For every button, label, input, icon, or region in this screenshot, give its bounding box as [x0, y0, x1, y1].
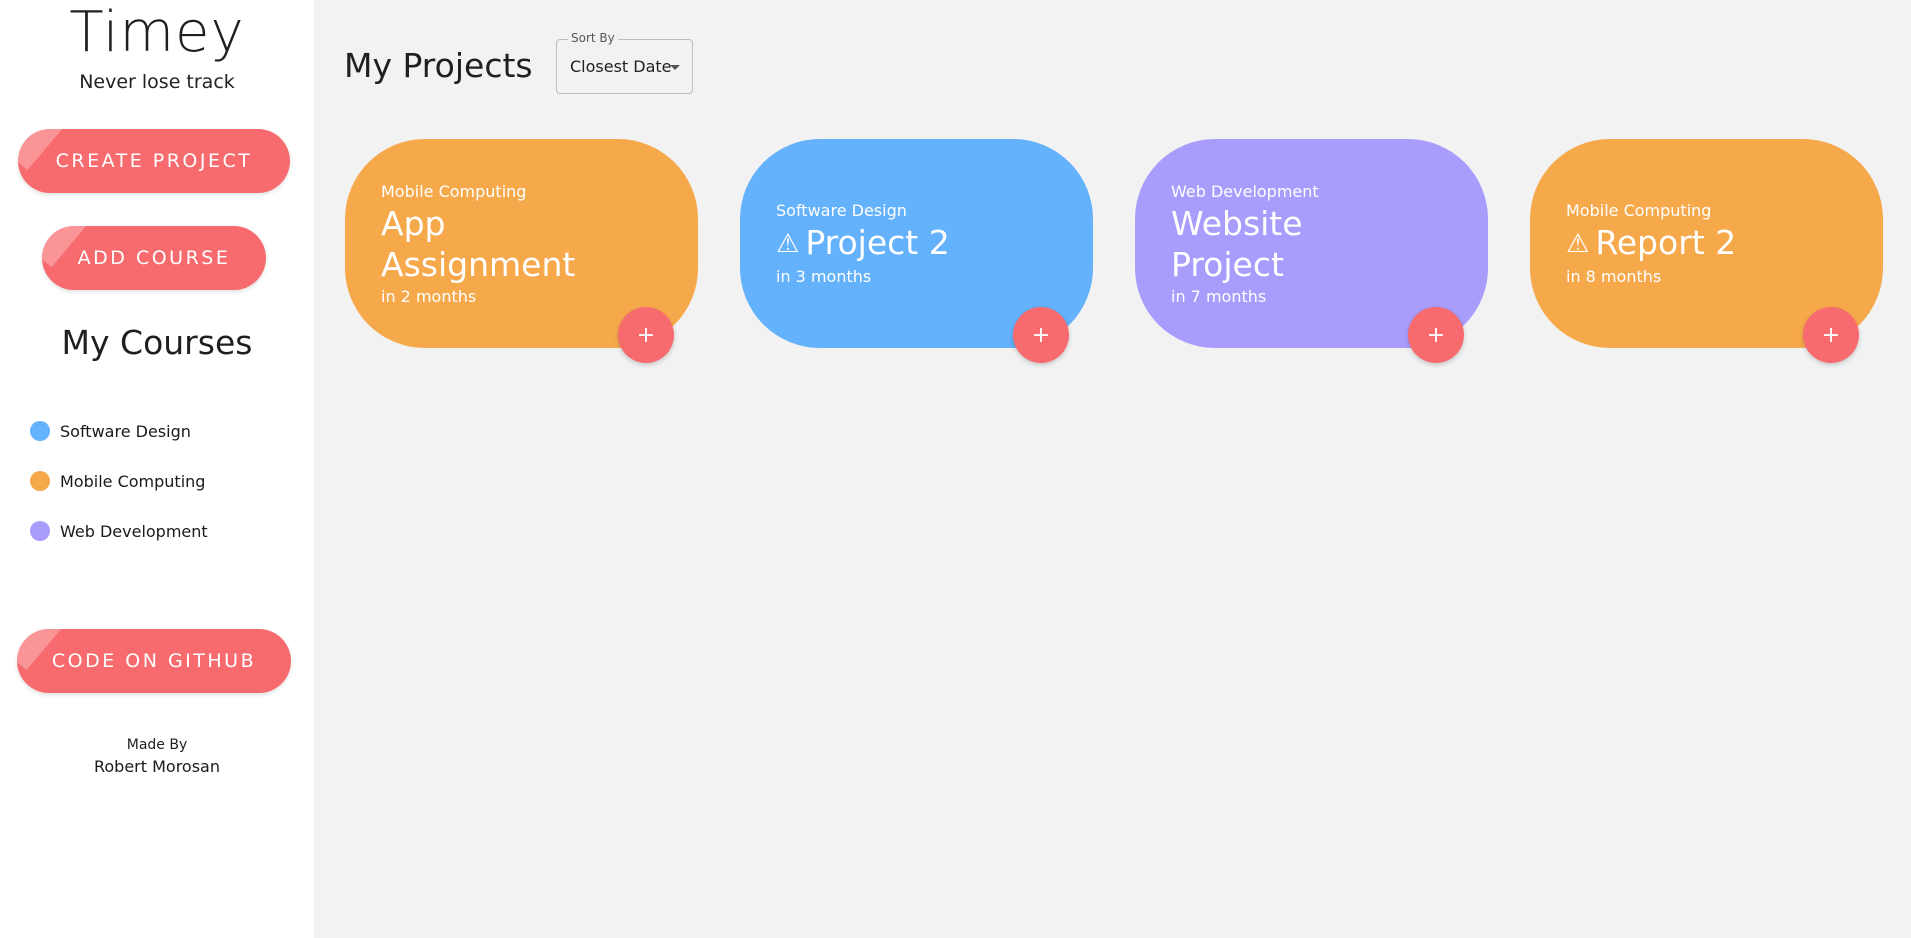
sort-label: Sort By: [568, 31, 618, 45]
card-due: in 3 months: [776, 267, 872, 286]
chevron-down-icon: [670, 65, 680, 70]
app-tagline: Never lose track: [79, 71, 235, 93]
sidebar: Timey Never lose track CREATE PROJECT AD…: [0, 0, 314, 938]
project-card[interactable]: Software Design ⚠ Project 2 in 3 months +: [740, 139, 1093, 363]
card-add-button[interactable]: +: [1013, 307, 1069, 363]
course-color-dot: [30, 471, 50, 491]
card-title: ⚠ Project 2: [776, 222, 1093, 265]
project-card[interactable]: Web Development Website Project in 7 mon…: [1135, 139, 1488, 363]
card-title-text: App Assignment: [381, 203, 576, 284]
card-title-text: Website Project: [1171, 203, 1303, 284]
card-due: in 8 months: [1566, 267, 1662, 286]
course-name: Mobile Computing: [60, 471, 206, 491]
course-item-software-design[interactable]: Software Design: [30, 406, 208, 456]
card-add-button[interactable]: +: [1408, 307, 1464, 363]
sort-select[interactable]: Sort By Closest Date: [556, 31, 693, 94]
plus-icon: +: [636, 322, 656, 348]
card-title: Website Project: [1171, 203, 1371, 285]
course-name: Software Design: [60, 421, 191, 441]
app-title: Timey: [69, 0, 245, 65]
card-course: Web Development: [1171, 181, 1319, 201]
card-add-button[interactable]: +: [618, 307, 674, 363]
card-add-button[interactable]: +: [1803, 307, 1859, 363]
github-label: CODE ON GITHUB: [51, 650, 257, 672]
card-course: Mobile Computing: [1566, 201, 1712, 220]
course-name: Web Development: [60, 521, 208, 541]
page-title: My Projects: [344, 46, 533, 85]
card-course: Software Design: [776, 201, 907, 220]
course-list: Software Design Mobile Computing Web Dev…: [30, 406, 208, 556]
author-name: Robert Morosan: [93, 757, 220, 776]
github-button[interactable]: CODE ON GITHUB: [17, 629, 291, 693]
course-item-web-development[interactable]: Web Development: [30, 506, 208, 556]
plus-icon: +: [1426, 322, 1446, 348]
project-card[interactable]: Mobile Computing App Assignment in 2 mon…: [345, 139, 698, 363]
create-project-label: CREATE PROJECT: [55, 150, 253, 172]
course-item-mobile-computing[interactable]: Mobile Computing: [30, 456, 208, 506]
course-color-dot: [30, 421, 50, 441]
made-by-label: Made By: [126, 737, 188, 753]
card-title: App Assignment: [381, 203, 581, 285]
plus-icon: +: [1821, 322, 1841, 348]
sort-value: Closest Date: [570, 57, 672, 76]
card-due: in 2 months: [381, 286, 477, 306]
card-title-text: Report 2: [1595, 223, 1737, 262]
course-color-dot: [30, 521, 50, 541]
card-title-text: Project 2: [805, 223, 950, 262]
warning-icon: ⚠: [1566, 229, 1590, 259]
warning-icon: ⚠: [776, 229, 800, 259]
card-title: ⚠ Report 2: [1566, 222, 1883, 265]
card-due: in 7 months: [1171, 286, 1267, 306]
project-card[interactable]: Mobile Computing ⚠ Report 2 in 8 months +: [1530, 139, 1883, 363]
card-course: Mobile Computing: [381, 181, 527, 201]
plus-icon: +: [1031, 322, 1051, 348]
add-course-button[interactable]: ADD COURSE: [42, 226, 266, 290]
add-course-label: ADD COURSE: [77, 247, 231, 269]
courses-heading: My Courses: [61, 323, 253, 362]
create-project-button[interactable]: CREATE PROJECT: [18, 129, 290, 193]
